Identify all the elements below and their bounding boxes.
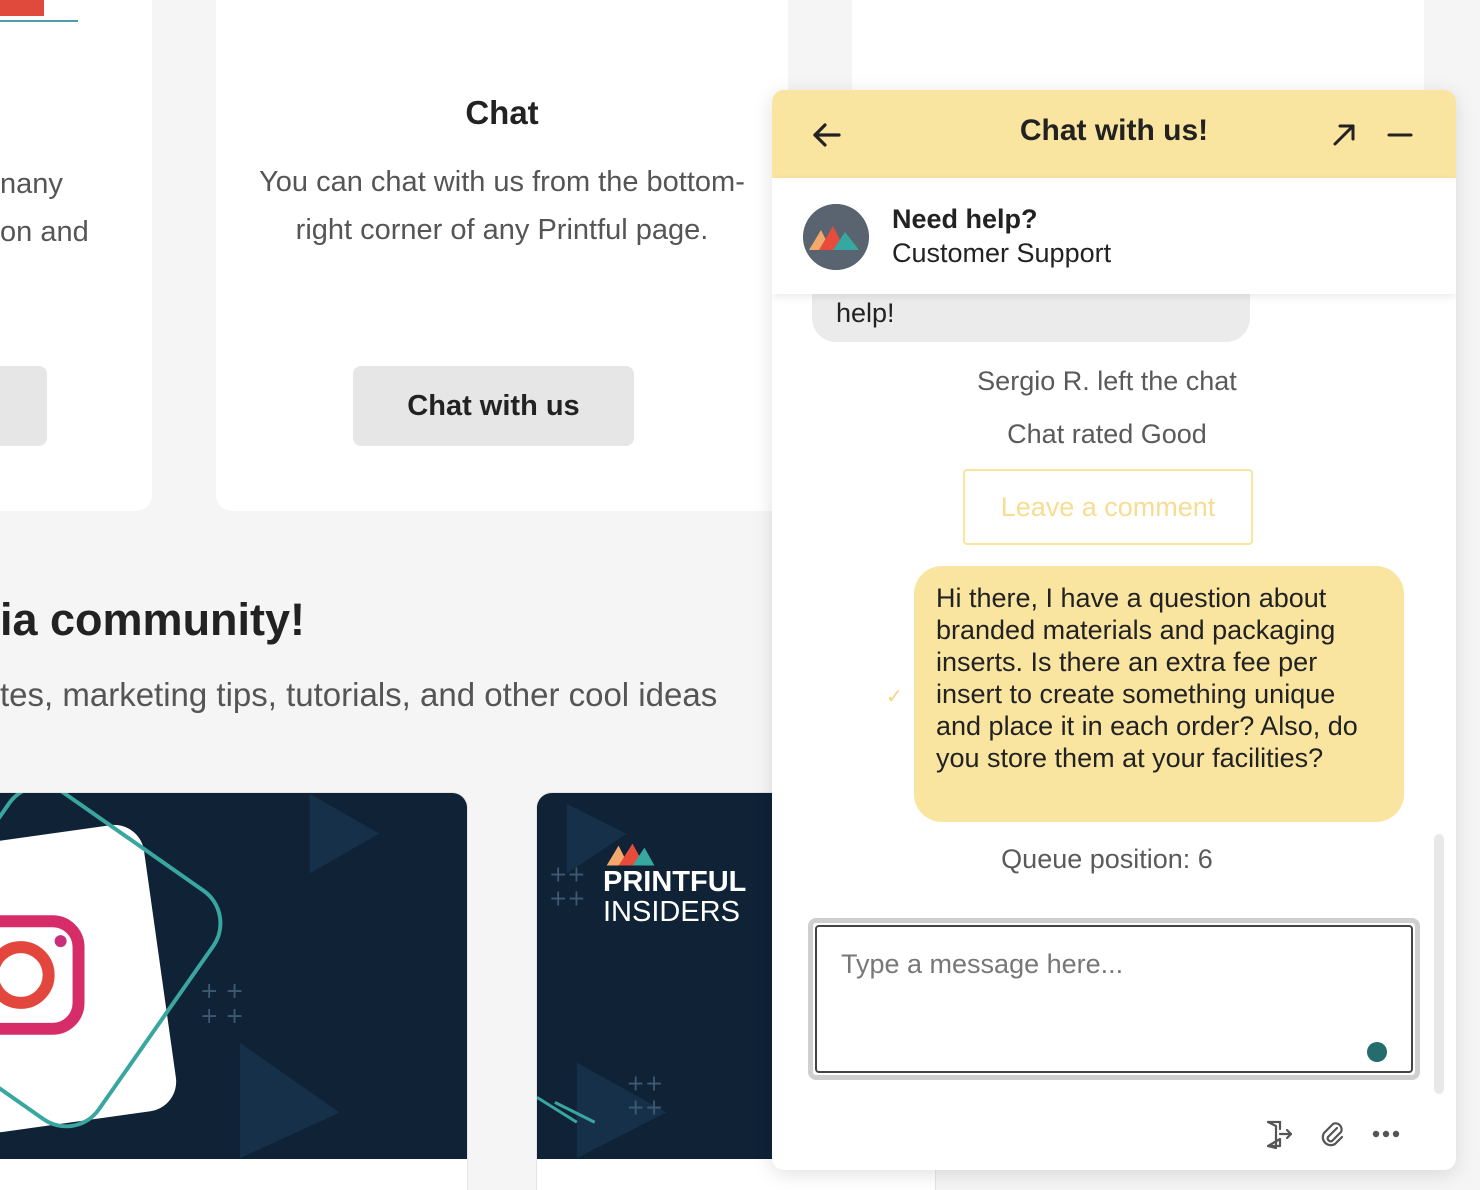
chat-footer-toolbar <box>772 1114 1456 1154</box>
minimize-button[interactable] <box>1377 112 1423 158</box>
check-icon: ✓ <box>886 686 903 708</box>
system-message-rating: Chat rated Good <box>1007 419 1207 449</box>
svg-text:+ +: + + <box>200 1004 244 1029</box>
more-icon <box>1372 1130 1400 1138</box>
agent-name: Need help? <box>892 204 1038 234</box>
svg-text:++: ++ <box>627 1095 664 1120</box>
leave-comment-button[interactable]: Leave a comment <box>963 469 1253 545</box>
svg-text:++: ++ <box>549 862 586 887</box>
agent-info-bar: Need help? Customer Support <box>772 178 1456 294</box>
message-list: help! Sergio R. left the chat Chat rated… <box>772 264 1456 1094</box>
message-input[interactable] <box>815 925 1413 1073</box>
minimize-icon <box>1387 133 1413 137</box>
expand-icon <box>1333 124 1355 146</box>
message-input-wrapper <box>808 918 1420 1080</box>
printful-insiders-logo-text: PRINTFUL INSIDERS <box>603 866 747 928</box>
message-scrollbar[interactable] <box>1434 834 1444 1094</box>
chat-widget: Chat with us! Need help? Customer Suppor… <box>772 90 1456 1170</box>
svg-text:+ +: + + <box>200 979 244 1004</box>
paperclip-icon <box>1321 1122 1344 1147</box>
community-heading: ia community! <box>0 594 306 645</box>
user-message-bubble: Hi there, I have a question about brande… <box>914 566 1404 822</box>
more-options-button[interactable] <box>1366 1114 1406 1154</box>
chat-card-description: You can chat with us from the bottom-rig… <box>259 166 745 246</box>
status-dot-icon <box>1367 1042 1387 1062</box>
queue-position: Queue position: 6 <box>1001 844 1213 874</box>
exit-chat-button[interactable] <box>1258 1114 1298 1154</box>
decorative-illustration <box>0 0 78 22</box>
chat-card-title: Chat <box>465 94 539 131</box>
svg-text:++: ++ <box>627 1071 664 1096</box>
instagram-card-image: + + + + <box>0 793 467 1159</box>
chat-header: Chat with us! <box>772 90 1456 178</box>
community-subheading: tes, marketing tips, tutorials, and othe… <box>0 676 718 713</box>
left-card-text: nany on and <box>0 168 89 248</box>
left-card-button[interactable] <box>0 366 47 446</box>
exit-icon <box>1266 1120 1293 1150</box>
svg-text:++: ++ <box>549 886 586 911</box>
avatar <box>803 204 869 270</box>
chat-with-us-button[interactable]: Chat with us <box>353 366 634 446</box>
agent-role: Customer Support <box>892 238 1112 268</box>
expand-button[interactable] <box>1321 112 1367 158</box>
system-message-agent-left: Sergio R. left the chat <box>977 366 1237 396</box>
attach-file-button[interactable] <box>1312 1114 1352 1154</box>
instagram-card[interactable]: + + + + <box>0 792 468 1190</box>
